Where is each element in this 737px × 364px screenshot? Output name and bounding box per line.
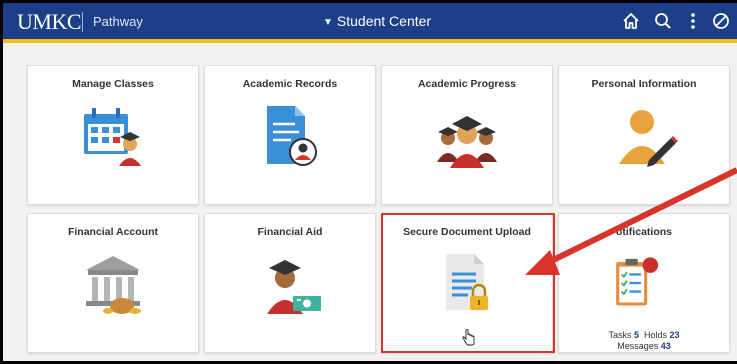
caret-down-icon: ▼ <box>323 17 333 28</box>
search-icon[interactable] <box>653 11 673 31</box>
tile-personal-information[interactable]: Personal Information <box>558 65 730 205</box>
tile-manage-classes[interactable]: Manage Classes <box>27 65 199 205</box>
student-center-menu[interactable]: ▼ Student Center <box>323 13 431 29</box>
tile-title: Academic Records <box>242 78 338 90</box>
umkc-logo[interactable]: UMKC <box>17 9 82 35</box>
tile-title: otifications <box>615 226 672 238</box>
page-title: Student Center <box>336 13 432 29</box>
app-frame: UMKC Pathway ▼ Student Center Manage Clas… <box>3 3 737 361</box>
header-bar: UMKC Pathway ▼ Student Center <box>3 3 737 43</box>
holds-count[interactable]: 23 <box>670 330 680 340</box>
tile-title: Manage Classes <box>72 78 154 90</box>
holds-label: Holds <box>644 330 668 340</box>
bank-money-icon <box>86 256 141 314</box>
tile-academic-records[interactable]: Academic Records <box>204 65 376 205</box>
calendar-student-icon <box>84 108 141 166</box>
app-name: Pathway <box>93 14 143 29</box>
notification-badge: 71 <box>660 257 671 267</box>
tile-title: Financial Account <box>67 226 159 238</box>
tile-title: Financial Aid <box>257 226 323 238</box>
tile-title: Personal Information <box>591 78 697 90</box>
more-icon[interactable] <box>683 11 703 31</box>
tile-financial-aid[interactable]: Financial Aid <box>204 213 376 353</box>
logo-divider <box>82 12 83 32</box>
home-icon[interactable] <box>621 11 641 31</box>
notification-counts: Tasks 5 Holds 23 Messages 43 <box>559 330 729 352</box>
highlight-box <box>381 213 555 353</box>
tile-notifications[interactable]: otifications 71 Tasks 5 Holds 23 Message… <box>558 213 730 353</box>
messages-count[interactable]: 43 <box>661 341 671 351</box>
tasks-count[interactable]: 5 <box>634 330 639 340</box>
graduates-icon <box>437 116 497 168</box>
tile-title: Academic Progress <box>417 78 517 90</box>
document-person-icon <box>267 106 317 166</box>
tasks-label: Tasks <box>608 330 632 340</box>
tile-academic-progress[interactable]: Academic Progress <box>381 65 553 205</box>
person-pencil-icon <box>619 110 678 167</box>
messages-label: Messages <box>617 341 659 351</box>
navbar-icon[interactable] <box>711 11 731 31</box>
tile-financial-account[interactable]: Financial Account <box>27 213 199 353</box>
graduate-money-icon <box>267 260 321 314</box>
